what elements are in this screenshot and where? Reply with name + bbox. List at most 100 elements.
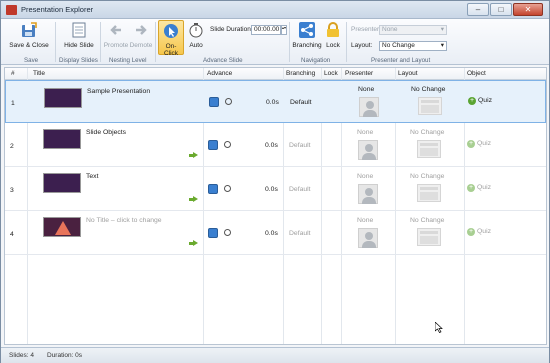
branching-button[interactable]: Branching [291,22,323,49]
stopwatch-icon[interactable] [224,185,231,192]
presenter-select[interactable]: None ▾ [379,25,447,35]
layout-thumbnail-icon[interactable] [418,97,442,115]
slide-thumbnail[interactable] [43,173,81,193]
branching-value[interactable]: Default [289,142,311,149]
group-separator [55,22,56,62]
stopwatch-icon[interactable] [224,229,231,236]
presenter-value[interactable]: None [357,129,373,136]
arrow-right-icon[interactable] [189,240,198,246]
presenter-value[interactable]: None [357,217,373,224]
demote-label: Demote [129,42,153,49]
stopwatch-icon[interactable] [225,98,232,105]
row-number: 4 [10,231,14,238]
branching-value[interactable]: Default [290,99,312,106]
minimize-button[interactable]: – [467,3,489,16]
column-header-advance[interactable]: Advance [207,70,232,77]
layout-value[interactable]: No Change [411,86,445,93]
hide-slide-label: Hide Slide [64,42,94,49]
presenter-avatar-icon[interactable] [358,228,378,248]
promote-button[interactable]: Promote [103,22,129,49]
branching-value[interactable]: Default [289,230,311,237]
group-separator [100,22,101,62]
presenter-avatar-icon[interactable] [358,140,378,160]
plus-icon: + [467,184,475,192]
table-row[interactable]: 3 Text 0.0s Default None No Change + Quiz [5,168,546,211]
stopwatch-icon [189,23,203,38]
branching-value[interactable]: Default [289,186,311,193]
slide-title[interactable]: Sample Presentation [87,88,150,95]
stopwatch-icon[interactable] [224,141,231,148]
presenter-value[interactable]: None [358,86,374,93]
branching-icon [299,22,315,38]
table-row[interactable]: 2 Slide Objects 0.0s Default None No Cha… [5,124,546,167]
group-label-display: Display Slides [59,57,98,64]
layout-value[interactable]: No Change [410,173,444,180]
save-close-button[interactable]: Save & Close [9,22,49,49]
slide-title[interactable]: No Title – click to change [86,217,162,224]
slide-thumbnail[interactable] [43,129,81,149]
column-header-layout[interactable]: Layout [398,70,418,77]
advance-time: 0.0s [265,186,278,193]
quiz-object[interactable]: + Quiz [467,228,491,236]
branching-label: Branching [292,42,322,49]
duration-spinner[interactable]: ▴▾ [281,25,287,35]
on-click-button[interactable]: On-Click [158,20,184,57]
quiz-object[interactable]: + Quiz [467,184,491,192]
quiz-object[interactable]: + Quiz [468,97,492,105]
auto-button[interactable]: Auto [186,22,206,49]
presenter-avatar-icon[interactable] [358,184,378,204]
quiz-label: Quiz [477,228,491,235]
slide-thumbnail[interactable] [43,217,81,237]
layout-value[interactable]: No Change [410,217,444,224]
presenter-avatar-icon[interactable] [359,97,379,117]
column-header-branching[interactable]: Branching [286,70,315,77]
slide-thumbnail[interactable] [44,88,82,108]
advance-time: 0.0s [266,99,279,106]
column-header-lock[interactable]: Lock [324,70,338,77]
on-click-icon[interactable] [209,97,219,107]
slides-grid: # Title Advance Branching Lock Presenter… [4,67,547,345]
layout-thumbnail-icon[interactable] [417,140,441,158]
column-header-object[interactable]: Object [467,70,486,77]
layout-label: Layout: [351,42,373,49]
close-button[interactable]: ✕ [513,3,543,16]
presenter-label: Presenter [351,26,380,33]
slide-duration-field[interactable]: 00:00.00 [251,25,281,35]
group-label-nesting: Nesting Level [109,57,147,64]
layout-select[interactable]: No Change ▾ [379,41,447,51]
on-click-icon[interactable] [208,140,218,150]
ribbon-toolbar: Save & Close Save Hide Slide Display Sli… [1,19,549,65]
lock-button[interactable]: Lock [324,22,342,49]
on-click-icon[interactable] [208,184,218,194]
hide-slide-button[interactable]: Hide Slide [61,22,97,49]
arrow-right-icon[interactable] [189,196,198,202]
column-header-number[interactable]: # [11,70,15,77]
title-bar: Presentation Explorer – □ ✕ [1,1,549,19]
maximize-button[interactable]: □ [490,3,512,16]
layout-thumbnail-icon[interactable] [417,184,441,202]
on-click-icon[interactable] [208,228,218,238]
arrow-right-icon[interactable] [189,152,198,158]
presenter-value[interactable]: None [357,173,373,180]
slide-title[interactable]: Text [86,173,98,180]
presenter-select-value: None [382,26,398,33]
total-duration: Duration: 0s [47,352,83,359]
table-row[interactable]: 1 Sample Presentation 0.0s Default None … [5,80,546,123]
layout-value[interactable]: No Change [410,129,444,136]
quiz-object[interactable]: + Quiz [467,140,491,148]
hide-slide-icon [72,22,86,38]
table-row[interactable]: 4 No Title – click to change 0.0s Defaul… [5,212,546,255]
row-number: 1 [11,100,15,107]
group-separator [346,22,347,62]
layout-thumbnail-icon[interactable] [417,228,441,246]
app-icon [6,5,17,15]
slides-count: Slides: 4 [9,352,34,359]
column-header-title[interactable]: Title [33,70,45,77]
column-header-presenter[interactable]: Presenter [345,70,373,77]
slide-title[interactable]: Slide Objects [86,129,126,136]
promote-label: Promote [103,42,129,49]
triangle-graphic-icon [55,221,71,235]
advance-time: 0.0s [265,230,278,237]
demote-button[interactable]: Demote [129,22,153,49]
arrow-left-icon [110,25,121,35]
